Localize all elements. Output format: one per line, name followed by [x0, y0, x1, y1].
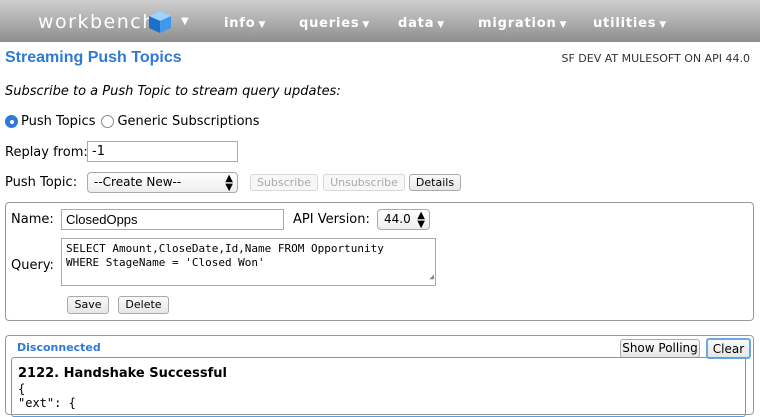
- api-version-label: API Version:: [293, 212, 370, 227]
- name-input[interactable]: [61, 209, 284, 230]
- push-topic-select[interactable]: --Create New-- ▲ ▼: [87, 172, 238, 193]
- page-title: Streaming Push Topics: [5, 49, 182, 66]
- log-entry-title: 2122. Handshake Successful: [18, 366, 227, 381]
- brand-name[interactable]: workbench: [38, 11, 156, 33]
- log-line: "ext": {: [18, 396, 76, 410]
- show-polling-button[interactable]: Show Polling: [620, 339, 700, 358]
- top-nav-bar: workbench ▼ info ▼ queries ▼ data ▼ migrati…: [0, 0, 760, 42]
- caret-down-icon: ▼: [659, 20, 667, 30]
- radio-push-topics-label[interactable]: Push Topics: [21, 114, 95, 129]
- replay-label: Replay from:: [5, 145, 88, 160]
- menu-info[interactable]: info ▼: [224, 16, 266, 31]
- connection-status: Disconnected: [17, 341, 101, 354]
- push-topic-selected: --Create New--: [94, 175, 182, 189]
- name-label: Name:: [11, 212, 54, 227]
- details-button[interactable]: Details: [409, 174, 461, 191]
- log-line: {: [18, 382, 26, 396]
- push-topic-label: Push Topic:: [5, 175, 78, 190]
- api-version-selected: 44.0: [384, 212, 411, 226]
- select-arrows-icon: ▲ ▼: [225, 173, 233, 193]
- caret-down-icon: ▼: [437, 20, 445, 30]
- save-button[interactable]: Save: [67, 296, 109, 314]
- cube-icon[interactable]: [147, 9, 173, 35]
- api-version-select[interactable]: 44.0 ▲ ▼: [377, 209, 430, 230]
- clear-button[interactable]: Clear: [706, 338, 751, 359]
- caret-down-icon: ▼: [258, 20, 267, 30]
- query-text: SELECT Amount,CloseDate,Id,Name FROM Opp…: [66, 242, 384, 269]
- caret-down-icon: ▼: [559, 20, 568, 30]
- radio-generic-subscriptions-label[interactable]: Generic Subscriptions: [117, 114, 259, 129]
- menu-data[interactable]: data ▼: [398, 16, 445, 31]
- replay-input[interactable]: [87, 141, 238, 162]
- subscription-mode-group: Push Topics Generic Subscriptions: [5, 114, 260, 129]
- select-arrows-icon: ▲ ▼: [417, 210, 425, 230]
- brand-caret-down-icon[interactable]: ▼: [181, 16, 189, 27]
- query-textarea[interactable]: SELECT Amount,CloseDate,Id,Name FROM Opp…: [61, 238, 436, 286]
- intro-text: Subscribe to a Push Topic to stream quer…: [5, 84, 341, 99]
- subscribe-button[interactable]: Subscribe: [250, 174, 318, 191]
- radio-push-topics[interactable]: [5, 115, 18, 128]
- menu-queries[interactable]: queries ▼: [299, 16, 370, 31]
- menu-migration[interactable]: migration ▼: [478, 16, 567, 31]
- radio-generic-subscriptions[interactable]: [101, 115, 115, 128]
- unsubscribe-button[interactable]: Unsubscribe: [323, 174, 405, 191]
- resize-handle-icon[interactable]: ◢: [429, 270, 434, 284]
- query-label: Query:: [11, 258, 54, 273]
- delete-button[interactable]: Delete: [118, 296, 169, 314]
- environment-label: SF DEV AT MULESOFT ON API 44.0: [561, 52, 750, 65]
- menu-utilities[interactable]: utilities ▼: [593, 16, 667, 31]
- caret-down-icon: ▼: [362, 20, 371, 30]
